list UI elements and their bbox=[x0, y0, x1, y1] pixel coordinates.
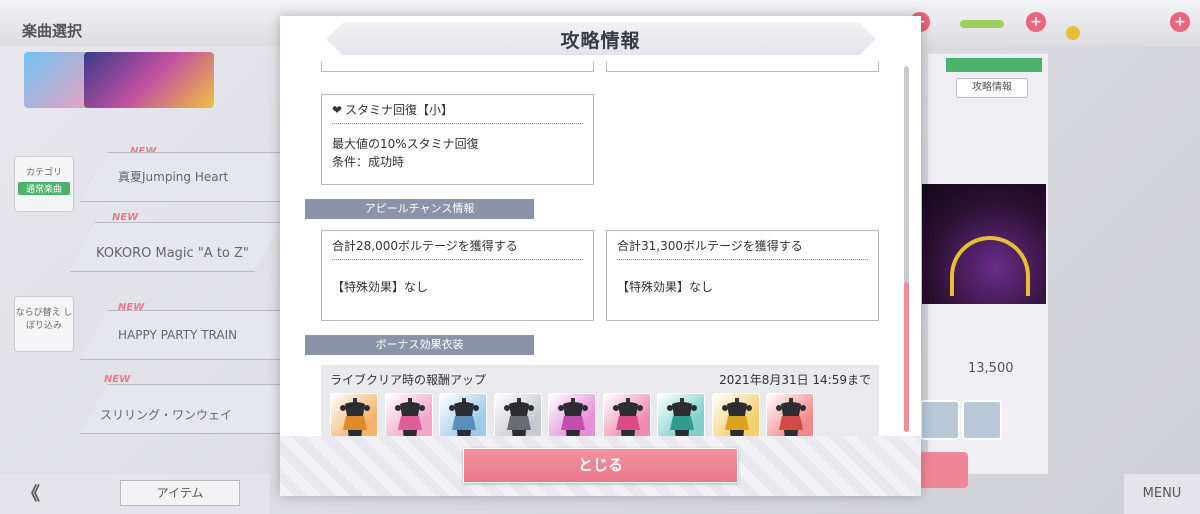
appeal-card-effect: 【特殊効果】なし bbox=[617, 280, 714, 294]
skill-card-body: 最大値の10%スタミナ回復 条件：成功時 bbox=[332, 135, 583, 171]
sort-filter-button[interactable]: ならび替え しぼり込み bbox=[14, 296, 74, 352]
song-title: HAPPY PARTY TRAIN bbox=[118, 328, 238, 342]
plus-icon[interactable]: + bbox=[1026, 12, 1046, 32]
category-value: 通常楽曲 bbox=[18, 182, 70, 195]
item-button[interactable]: アイテム bbox=[120, 480, 240, 506]
menu-button[interactable]: MENU bbox=[1124, 474, 1200, 514]
appeal-chance-card: 合計28,000ボルテージを獲得する 【特殊効果】なし bbox=[321, 230, 594, 321]
heart-icon: ❤ bbox=[332, 103, 343, 117]
modal-header: 攻略情報 bbox=[280, 16, 921, 62]
scrollbar-thumb[interactable] bbox=[904, 282, 909, 432]
score-value: 13,500 bbox=[968, 361, 1014, 376]
skill-effect: 最大値の10%スタミナ回復 bbox=[332, 137, 479, 151]
skill-card: ❤ スタミナ回復【小】 最大値の10%スタミナ回復 条件：成功時 bbox=[321, 94, 594, 185]
new-badge: NEW bbox=[104, 374, 131, 385]
skill-card-header: ❤ スタミナ回復【小】 bbox=[332, 101, 583, 124]
modal-scroll-content[interactable]: ❤ スタミナ回復【小】 最大値の10%スタミナ回復 条件：成功時 アピールチャンス… bbox=[302, 62, 892, 450]
avatar[interactable] bbox=[920, 400, 960, 440]
song-banner bbox=[84, 52, 214, 108]
song-title: スリリング・ワンウェイ bbox=[100, 408, 233, 422]
screen-title: 楽曲選択 bbox=[22, 22, 83, 40]
plus-icon[interactable]: + bbox=[1170, 12, 1190, 32]
category-label: カテゴリ bbox=[25, 168, 62, 178]
back-button[interactable]: 《 bbox=[22, 480, 40, 506]
song-title: KOKORO Magic "A to Z" bbox=[96, 246, 249, 261]
song-title: 真夏Jumping Heart bbox=[118, 170, 229, 184]
skill-title: スタミナ回復【小】 bbox=[345, 103, 454, 117]
close-button[interactable]: とじる bbox=[463, 448, 738, 483]
appeal-chance-section-label: アピールチャンス情報 bbox=[305, 199, 534, 219]
appeal-chance-card: 合計31,300ボルテージを獲得する 【特殊効果】なし bbox=[606, 230, 879, 321]
appeal-card-header: 合計31,300ボルテージを獲得する bbox=[617, 237, 868, 260]
bonus-tag bbox=[946, 58, 1042, 72]
previous-card bbox=[321, 62, 594, 72]
stamina-gauge bbox=[960, 20, 1004, 28]
previous-card bbox=[606, 62, 879, 72]
skill-condition: 条件：成功時 bbox=[332, 155, 405, 169]
appeal-card-effect: 【特殊効果】なし bbox=[332, 280, 429, 294]
bonus-heading: ライブクリア時の報酬アップ bbox=[330, 373, 487, 387]
attack-info-button[interactable]: 攻略情報 bbox=[956, 78, 1028, 98]
bonus-costume-section-label: ボーナス効果衣装 bbox=[305, 335, 534, 355]
avatar[interactable] bbox=[962, 400, 1002, 440]
appeal-card-header: 合計28,000ボルテージを獲得する bbox=[332, 237, 583, 260]
attack-info-modal: 攻略情報 ❤ スタミナ回復【小】 最大値の10%スタミナ回復 条件：成功時 アピー… bbox=[280, 16, 921, 496]
category-button[interactable]: カテゴリ 通常楽曲 bbox=[14, 156, 74, 212]
new-badge: NEW bbox=[112, 212, 139, 223]
bonus-deadline: 2021年8月31日 14:59まで bbox=[719, 373, 871, 387]
coin-icon bbox=[1066, 26, 1080, 40]
modal-title: 攻略情報 bbox=[560, 30, 641, 52]
